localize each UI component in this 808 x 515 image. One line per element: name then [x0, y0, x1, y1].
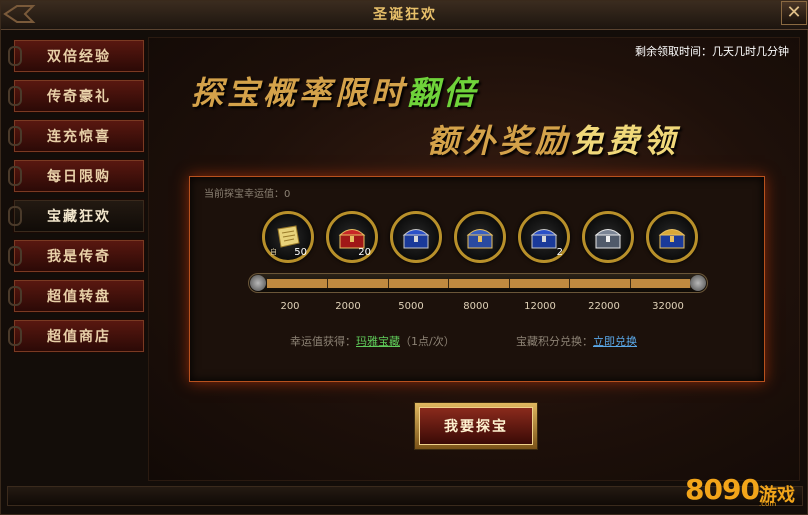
redeem-info: 宝藏积分兑换：立即兑换: [516, 333, 637, 349]
reward-item[interactable]: 自 50: [262, 211, 314, 263]
reward-list: 自 50 20 2: [262, 211, 722, 267]
progress-segment: [631, 279, 691, 288]
reward-item[interactable]: 20: [326, 211, 378, 263]
sidebar-item-label: 超值商店: [47, 329, 111, 345]
progress-segment: [328, 279, 389, 288]
window-title: 圣诞狂欢: [373, 7, 437, 23]
hook-icon: [8, 286, 22, 306]
sidebar-item-legend-gift[interactable]: 传奇豪礼: [8, 79, 145, 113]
bar-cap-icon: [250, 275, 266, 291]
blue-chest-icon: [402, 229, 430, 249]
threshold-label: 8000: [463, 301, 489, 312]
sidebar-item-label: 每日限购: [47, 169, 111, 185]
sidebar-item-value-wheel[interactable]: 超值转盘: [8, 279, 145, 313]
banner-highlight: 免费领: [571, 122, 680, 160]
hook-icon: [8, 246, 22, 266]
sidebar-item-label: 传奇豪礼: [47, 89, 111, 105]
threshold-label: 32000: [652, 301, 684, 312]
gold-chest-icon: [466, 229, 494, 249]
banner-text: 额外奖励: [427, 122, 572, 160]
reward-item[interactable]: [390, 211, 442, 263]
progress-track: [267, 279, 691, 288]
banner-highlight: 翻倍: [407, 74, 480, 112]
gain-suffix: （1点/次）: [400, 335, 455, 348]
luck-gain-info: 幸运值获得：玛雅宝藏（1点/次）: [290, 333, 455, 349]
progress-segment: [510, 279, 570, 288]
sidebar-item-daily-limit[interactable]: 每日限购: [8, 159, 145, 193]
threshold-label: 22000: [588, 301, 620, 312]
redeem-now-link[interactable]: 立即兑换: [593, 335, 637, 348]
threshold-labels: 200 2000 5000 8000 12000 22000 32000: [248, 301, 708, 315]
hook-icon: [8, 126, 22, 146]
luck-progress-bar: [248, 273, 708, 293]
bound-label: 自: [270, 248, 277, 256]
hook-icon: [8, 86, 22, 106]
sidebar-item-label: 双倍经验: [47, 49, 111, 65]
sidebar-item-value-shop[interactable]: 超值商店: [8, 319, 145, 353]
banner-line-2: 额外奖励免费领: [427, 116, 679, 162]
silver-chest-icon: [594, 229, 622, 249]
bar-cap-icon: [690, 275, 706, 291]
maya-treasure-link[interactable]: 玛雅宝藏: [356, 335, 400, 348]
countdown-text: 剩余领取时间：几天几时几分钟: [635, 45, 789, 58]
progress-segment: [389, 279, 449, 288]
reward-count: 50: [294, 247, 307, 258]
gain-prefix: 幸运值获得：: [290, 335, 356, 348]
progress-segment: [449, 279, 510, 288]
threshold-label: 12000: [524, 301, 556, 312]
gold-chest-icon: [658, 229, 686, 249]
sidebar-item-recharge-surprise[interactable]: 连充惊喜: [8, 119, 145, 153]
treasure-panel: 当前探宝幸运值：0 自 50 20 2 200 2000 5000 8000 1…: [189, 176, 765, 382]
reward-item[interactable]: [646, 211, 698, 263]
sidebar-item-double-exp[interactable]: 双倍经验: [8, 39, 145, 73]
banner-line-1: 探宝概率限时翻倍: [191, 68, 479, 114]
progress-segment: [267, 279, 328, 288]
luck-value-label: 当前探宝幸运值：0: [204, 189, 291, 200]
hook-icon: [8, 326, 22, 346]
threshold-label: 2000: [335, 301, 361, 312]
hook-icon: [8, 206, 22, 226]
reward-item[interactable]: 2: [518, 211, 570, 263]
hook-icon: [8, 166, 22, 186]
close-button[interactable]: ✕: [781, 1, 807, 25]
hook-icon: [8, 46, 22, 66]
explore-button[interactable]: 我要探宝: [414, 402, 538, 450]
main-content: 剩余领取时间：几天几时几分钟 探宝概率限时翻倍 额外奖励免费领 当前探宝幸运值：…: [148, 37, 800, 481]
redeem-prefix: 宝藏积分兑换：: [516, 335, 593, 348]
sidebar-item-label: 连充惊喜: [47, 129, 111, 145]
blue-chest-icon: [530, 229, 558, 249]
sidebar-item-i-am-legend[interactable]: 我是传奇: [8, 239, 145, 273]
reward-item[interactable]: [454, 211, 506, 263]
sidebar-item-label: 我是传奇: [47, 249, 111, 265]
explore-button-label: 我要探宝: [419, 407, 533, 445]
progress-segment: [570, 279, 631, 288]
reward-item[interactable]: [582, 211, 634, 263]
title-bar: 圣诞狂欢 ✕: [1, 1, 808, 30]
logo-domain: .com: [759, 500, 777, 508]
reward-count: 2: [556, 247, 563, 258]
threshold-label: 200: [280, 301, 300, 312]
sidebar-item-label: 超值转盘: [47, 289, 111, 305]
event-window: 圣诞狂欢 ✕ 双倍经验 传奇豪礼 连充惊喜 每日限购 宝藏狂欢 我是传奇 超值转…: [0, 0, 808, 515]
logo-number: 8090: [685, 473, 760, 506]
bottom-bar: [7, 486, 803, 506]
reward-count: 20: [358, 247, 371, 258]
sidebar: 双倍经验 传奇豪礼 连充惊喜 每日限购 宝藏狂欢 我是传奇 超值转盘 超值商店: [8, 35, 147, 475]
banner-text: 探宝概率限时: [191, 74, 408, 112]
site-logo: 8090 游戏 .com: [685, 467, 803, 511]
threshold-label: 5000: [398, 301, 424, 312]
sidebar-item-treasure-carnival[interactable]: 宝藏狂欢: [8, 199, 145, 233]
sidebar-item-label: 宝藏狂欢: [47, 209, 111, 225]
